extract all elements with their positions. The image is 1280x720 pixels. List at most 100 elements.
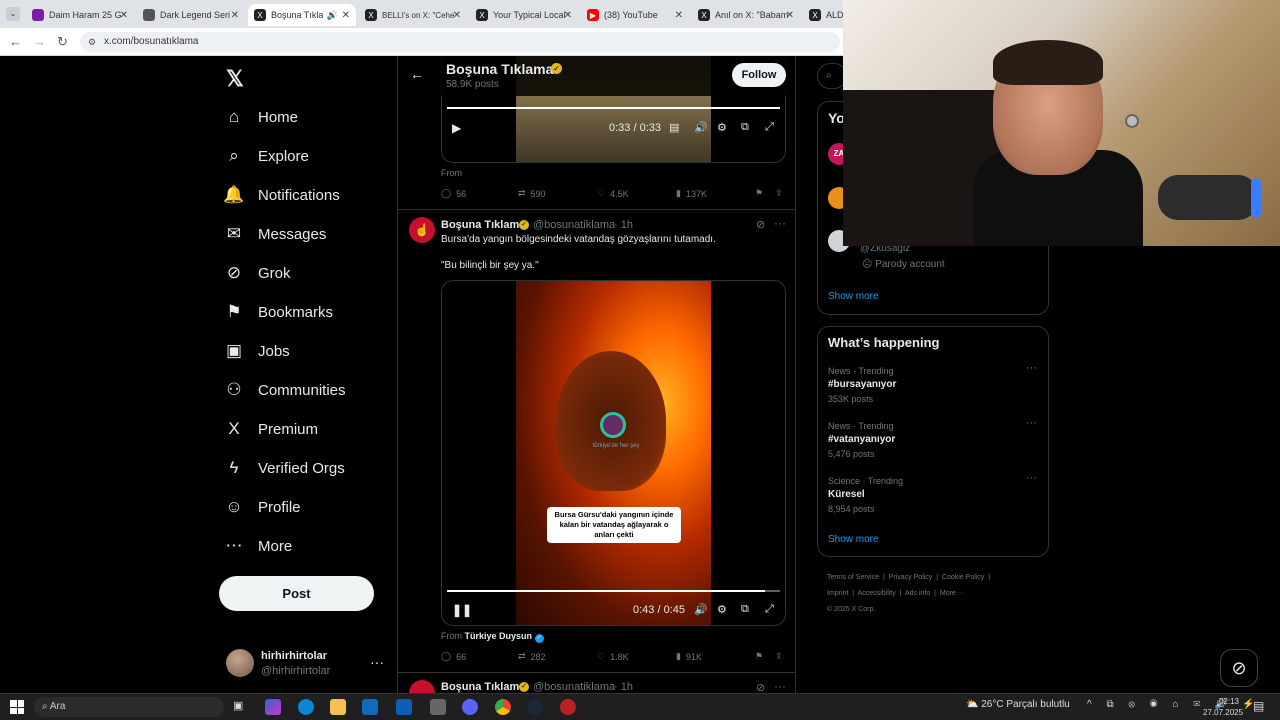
outlook-app-icon[interactable] bbox=[396, 699, 412, 715]
author-name[interactable]: Boşuna Tıklama bbox=[441, 681, 525, 693]
speaker-icon[interactable]: 🔊 bbox=[327, 10, 338, 21]
video-source-name[interactable]: Türkiye Duysun bbox=[465, 631, 533, 641]
obs-icon[interactable] bbox=[560, 699, 576, 715]
share-icon[interactable]: ⇪ bbox=[775, 188, 783, 199]
settings-gear-icon[interactable]: ⚙ bbox=[717, 603, 727, 616]
browser-tab[interactable]: X Your Typical Local ✕ bbox=[470, 4, 578, 26]
photos-icon[interactable] bbox=[430, 699, 446, 715]
browser-tab[interactable]: Daim Haram 25 G ✕ bbox=[26, 4, 134, 26]
volume-icon[interactable]: 🔊 bbox=[694, 121, 708, 134]
author-handle[interactable]: @bosunatiklama bbox=[533, 219, 615, 231]
tab-close-icon[interactable]: ✕ bbox=[675, 10, 683, 21]
grok-icon[interactable]: ⊘ bbox=[756, 681, 765, 693]
repost-button[interactable]: ⇄ 590 bbox=[518, 188, 546, 199]
clock[interactable]: 02:13 27.07.2025 bbox=[1203, 696, 1243, 718]
play-icon[interactable]: ▶ bbox=[452, 121, 461, 135]
tab-close-icon[interactable]: ✕ bbox=[564, 10, 572, 21]
x-logo-icon[interactable]: 𝕏 bbox=[226, 66, 244, 92]
author-handle[interactable]: @bosunatiklama bbox=[533, 681, 615, 693]
video-progress-bar[interactable] bbox=[447, 590, 765, 592]
sidebar-item-more[interactable]: ⋯ More bbox=[224, 531, 293, 561]
footer-link[interactable]: Accessibility bbox=[858, 590, 896, 597]
file-explorer-icon[interactable] bbox=[330, 699, 346, 715]
taskbar-search[interactable]: ⌕ Ara bbox=[34, 697, 224, 717]
sidebar-item-explore[interactable]: ⌕ Explore bbox=[224, 141, 309, 171]
trend-topic[interactable]: #bursayanıyor bbox=[828, 379, 896, 390]
sidebar-item-bookmarks[interactable]: ⚑ Bookmarks bbox=[224, 297, 333, 327]
more-options-icon[interactable]: ··· bbox=[774, 216, 786, 230]
pip-icon[interactable]: ⧉ bbox=[741, 121, 749, 134]
fullscreen-icon[interactable]: ⤢ bbox=[765, 603, 774, 616]
sidebar-item-communities[interactable]: ⚇ Communities bbox=[224, 375, 345, 405]
browser-tab[interactable]: Dark Legend Seri ✕ bbox=[137, 4, 245, 26]
chrome-icon[interactable] bbox=[495, 699, 511, 715]
tab-close-icon[interactable]: ✕ bbox=[786, 10, 794, 21]
sidebar-item-jobs[interactable]: ▣ Jobs bbox=[224, 336, 290, 366]
views-button[interactable]: ▮ 137K bbox=[676, 188, 707, 199]
captions-icon[interactable]: ▤ bbox=[669, 121, 679, 134]
browser-tab[interactable]: X Anıl on X: "Babam ✕ bbox=[692, 4, 800, 26]
browser-tab[interactable]: ▶ (38) YouTube ✕ bbox=[581, 4, 689, 26]
tab-close-icon[interactable]: ✕ bbox=[342, 10, 350, 21]
sidebar-item-profile[interactable]: ☺ Profile bbox=[224, 492, 300, 522]
browser-tab-active[interactable]: X Boşuna Tıkla 🔊 ✕ bbox=[248, 4, 356, 26]
like-button[interactable]: ♡ 1.8K bbox=[597, 651, 629, 662]
settings-gear-icon[interactable]: ⚙ bbox=[717, 121, 727, 134]
footer-link[interactable]: Cookie Policy bbox=[942, 574, 984, 581]
footer-link[interactable]: Ads info bbox=[905, 590, 930, 597]
more-options-icon[interactable]: ··· bbox=[1026, 417, 1037, 429]
url-field[interactable]: ⚙ x.com/bosunatıklama bbox=[80, 32, 840, 52]
grok-icon[interactable]: ⊘ bbox=[1220, 649, 1258, 687]
more-options-icon[interactable]: ··· bbox=[1026, 472, 1037, 484]
footer-link[interactable]: Privacy Policy bbox=[889, 574, 933, 581]
browser-tab[interactable]: X ALDO bbox=[803, 4, 843, 26]
footer-link[interactable]: Terms of Service bbox=[827, 574, 879, 581]
bookmark-icon[interactable]: ⚑ bbox=[755, 188, 763, 199]
video-player[interactable]: türkiye'de her şey Bursa Gürsu'daki yang… bbox=[441, 280, 786, 626]
fullscreen-icon[interactable]: ⤢ bbox=[765, 121, 774, 134]
sidebar-item-messages[interactable]: ✉ Messages bbox=[224, 219, 327, 249]
tab-close-icon[interactable]: ✕ bbox=[120, 10, 128, 21]
tab-close-icon[interactable]: ✕ bbox=[453, 10, 461, 21]
back-arrow-icon[interactable]: ← bbox=[9, 34, 22, 49]
post-time[interactable]: · 1h bbox=[614, 681, 633, 693]
avatar[interactable] bbox=[409, 680, 435, 693]
outlook-icon[interactable] bbox=[362, 699, 378, 715]
follow-button[interactable]: Follow bbox=[732, 63, 786, 87]
site-info-icon[interactable]: ⚙ bbox=[88, 32, 96, 52]
reply-button[interactable]: ◯ 56 bbox=[441, 188, 466, 199]
trend-topic[interactable]: #vatanyanıyor bbox=[828, 434, 895, 445]
pip-icon[interactable]: ⧉ bbox=[741, 603, 749, 616]
show-more-link[interactable]: Show more bbox=[828, 291, 879, 302]
notification-icon[interactable]: ▤ bbox=[1253, 699, 1264, 713]
back-arrow-icon[interactable]: ← bbox=[410, 66, 424, 82]
footer-link[interactable]: Imprint bbox=[827, 590, 848, 597]
volume-icon[interactable]: 🔊 bbox=[694, 603, 708, 616]
start-button[interactable] bbox=[10, 700, 24, 714]
tab-list-button[interactable]: ⌄ bbox=[6, 7, 20, 21]
avatar[interactable] bbox=[226, 649, 254, 677]
post-time[interactable]: · 1h bbox=[614, 219, 633, 231]
repost-button[interactable]: ⇄ 282 bbox=[518, 651, 546, 662]
weather-widget[interactable]: ⛅ 26°C Parçalı bulutlu bbox=[966, 699, 1070, 710]
reply-button[interactable]: ◯ 66 bbox=[441, 651, 466, 662]
post-button[interactable]: Post bbox=[219, 576, 374, 611]
tab-close-icon[interactable]: ✕ bbox=[231, 10, 239, 21]
copilot-icon[interactable] bbox=[265, 699, 281, 715]
video-progress-bar[interactable] bbox=[447, 107, 780, 109]
show-more-link[interactable]: Show more bbox=[828, 534, 879, 545]
forward-arrow-icon[interactable]: → bbox=[33, 34, 46, 49]
author-name[interactable]: Boşuna Tıklama bbox=[441, 219, 525, 231]
sidebar-item-verified-orgs[interactable]: ϟ Verified Orgs bbox=[224, 453, 345, 483]
avatar[interactable]: ☝ bbox=[409, 217, 435, 243]
footer-link[interactable]: More ··· bbox=[940, 590, 965, 597]
like-button[interactable]: ♡ 4.5K bbox=[597, 188, 629, 199]
discord-icon[interactable] bbox=[462, 699, 478, 715]
bookmark-icon[interactable]: ⚑ bbox=[755, 651, 763, 662]
sidebar-item-premium[interactable]: X Premium bbox=[224, 414, 318, 444]
reload-icon[interactable]: ↻ bbox=[57, 34, 68, 50]
trend-topic[interactable]: Küresel bbox=[828, 489, 865, 500]
more-options-icon[interactable]: ··· bbox=[774, 679, 786, 693]
account-menu-icon[interactable]: ··· bbox=[370, 654, 384, 670]
steam-icon[interactable] bbox=[527, 699, 543, 715]
